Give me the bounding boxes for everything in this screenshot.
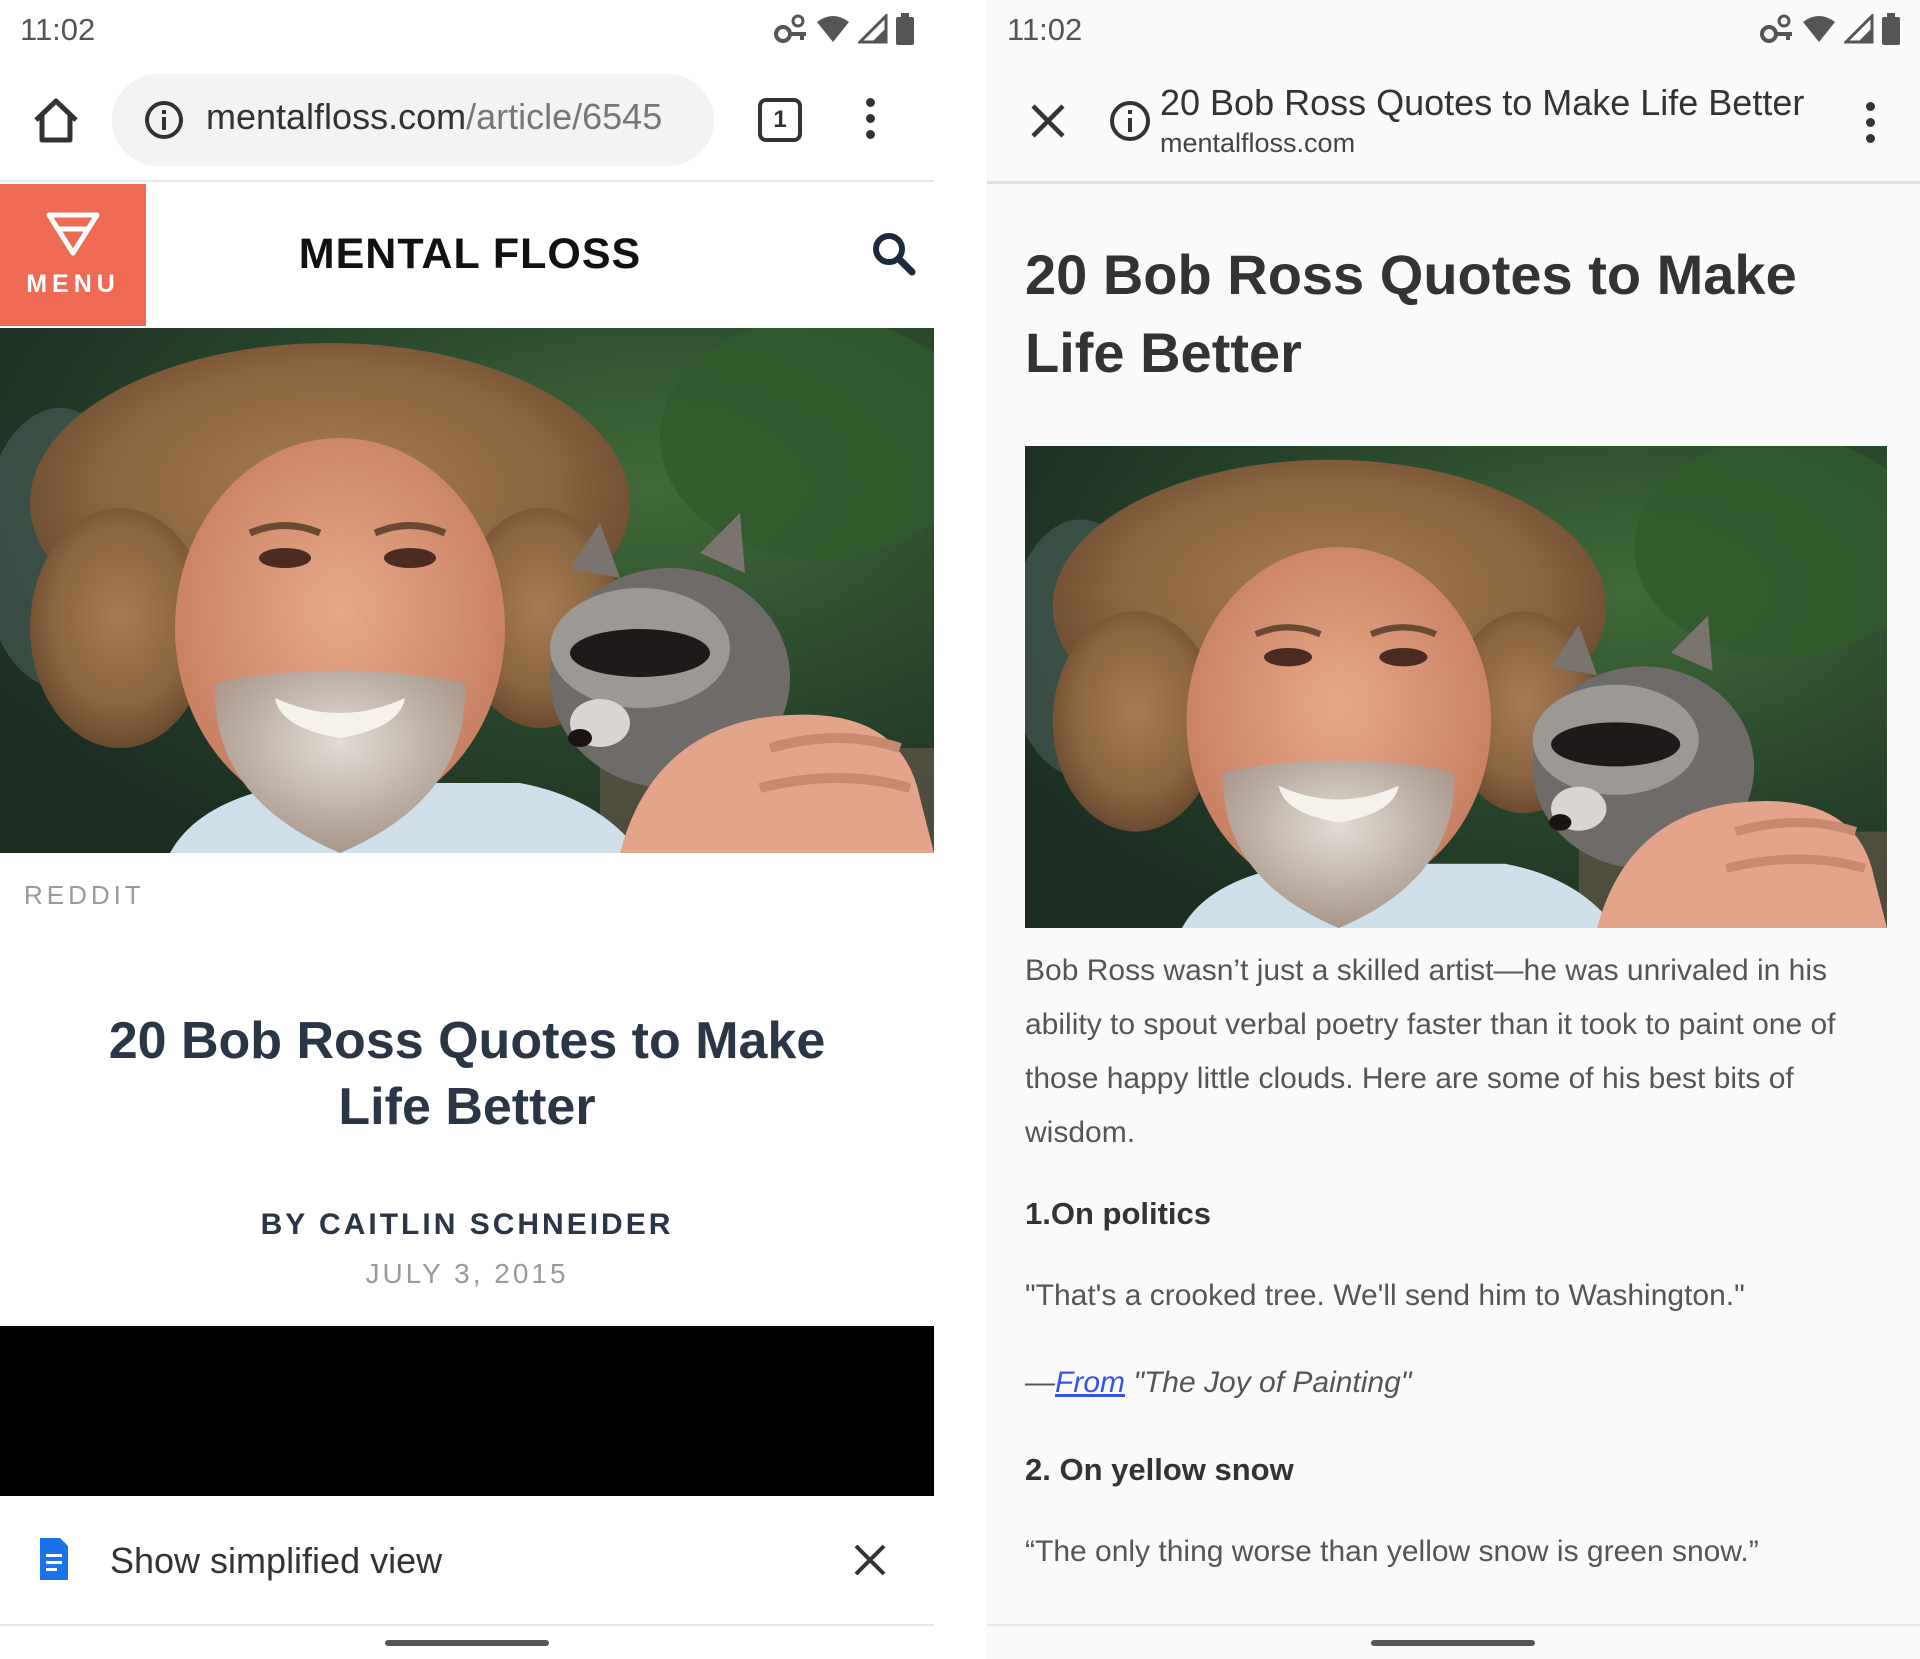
citation-dash: — (1025, 1366, 1055, 1399)
gesture-bar[interactable] (1371, 1640, 1535, 1646)
info-icon[interactable] (1109, 100, 1151, 142)
section-quote: “The only thing worse than yellow snow i… (1025, 1535, 1759, 1568)
battery-icon (896, 13, 914, 45)
article-date: JULY 3, 2015 (365, 1258, 569, 1289)
status-time: 11:02 (20, 12, 96, 47)
reader-title: 20 Bob Ross Quotes to Make Life Better (1025, 243, 1797, 384)
wifi-icon (1803, 16, 1835, 42)
reader-hero-image (1025, 446, 1887, 928)
url-path: /article/6545 (466, 96, 663, 137)
url-host: mentalfloss.com (206, 96, 467, 137)
close-icon[interactable] (850, 1540, 890, 1580)
status-icons (1760, 12, 1900, 46)
signal-icon (858, 14, 888, 44)
menu-button[interactable]: MENU (0, 184, 146, 326)
status-bar: 11:02 (0, 0, 934, 60)
section-heading: 2. On yellow snow (1025, 1452, 1294, 1487)
tab-switcher-button[interactable]: 1 (758, 98, 802, 142)
ad-placeholder (0, 1326, 934, 1496)
battery-icon (1882, 13, 1900, 45)
site-header: MENU MENTAL FLOSS (0, 184, 934, 326)
custom-tab-toolbar: 20 Bob Ross Quotes to Make Life Better m… (987, 62, 1920, 184)
section-heading: 1.On politics (1025, 1196, 1212, 1231)
photo-credit: REDDIT (24, 880, 145, 910)
reader-screen: 11:02 20 Bob Ross Quotes to Make Life Be… (987, 0, 1920, 1659)
custom-tab-host: mentalfloss.com (1160, 128, 1356, 158)
citation-source: "The Joy of Painting" (1125, 1366, 1412, 1399)
simplified-view-prompt[interactable]: Show simplified view (0, 1496, 934, 1626)
vpn-key-icon (1760, 14, 1792, 43)
custom-tab-title: 20 Bob Ross Quotes to Make Life Better (1160, 82, 1805, 123)
document-icon (40, 1538, 68, 1580)
status-icons (774, 12, 914, 46)
article-title: 20 Bob Ross Quotes to Make Life Better (108, 1012, 826, 1136)
wifi-icon (817, 16, 849, 42)
info-icon[interactable] (144, 100, 184, 140)
more-vert-icon[interactable] (864, 98, 876, 144)
status-time: 11:02 (1007, 12, 1083, 47)
reader-intro: Bob Ross wasn’t just a skilled artist—he… (1025, 954, 1836, 1149)
logo-triangle-icon (46, 212, 100, 256)
address-bar[interactable]: mentalfloss.com/article/6545 (112, 74, 714, 166)
status-bar: 11:02 (987, 0, 1920, 60)
section-quote: "That's a crooked tree. We'll send him t… (1025, 1279, 1745, 1312)
search-icon[interactable] (870, 230, 916, 276)
menu-label: MENU (26, 270, 120, 298)
browser-toolbar: mentalfloss.com/article/6545 1 (0, 62, 934, 182)
close-icon[interactable] (1027, 100, 1069, 142)
browser-screen: 11:02 mentalfloss.com/article/6545 1 MEN… (0, 0, 934, 1659)
url-text: mentalfloss.com/article/6545 (206, 96, 662, 138)
simplified-view-label[interactable]: Show simplified view (110, 1540, 442, 1582)
quote-citation: —From "The Joy of Painting" (1025, 1366, 1890, 1400)
gesture-bar[interactable] (385, 1640, 549, 1646)
divider (987, 1624, 1920, 1626)
signal-icon (1844, 14, 1874, 44)
citation-link[interactable]: From (1055, 1366, 1125, 1399)
home-icon[interactable] (30, 94, 82, 146)
more-vert-icon[interactable] (1864, 102, 1876, 148)
site-brand[interactable]: MENTAL FLOSS (260, 230, 680, 279)
vpn-key-icon (774, 14, 806, 43)
article-hero-image (0, 328, 934, 853)
article-byline[interactable]: BY CAITLIN SCHNEIDER (0, 1208, 934, 1242)
